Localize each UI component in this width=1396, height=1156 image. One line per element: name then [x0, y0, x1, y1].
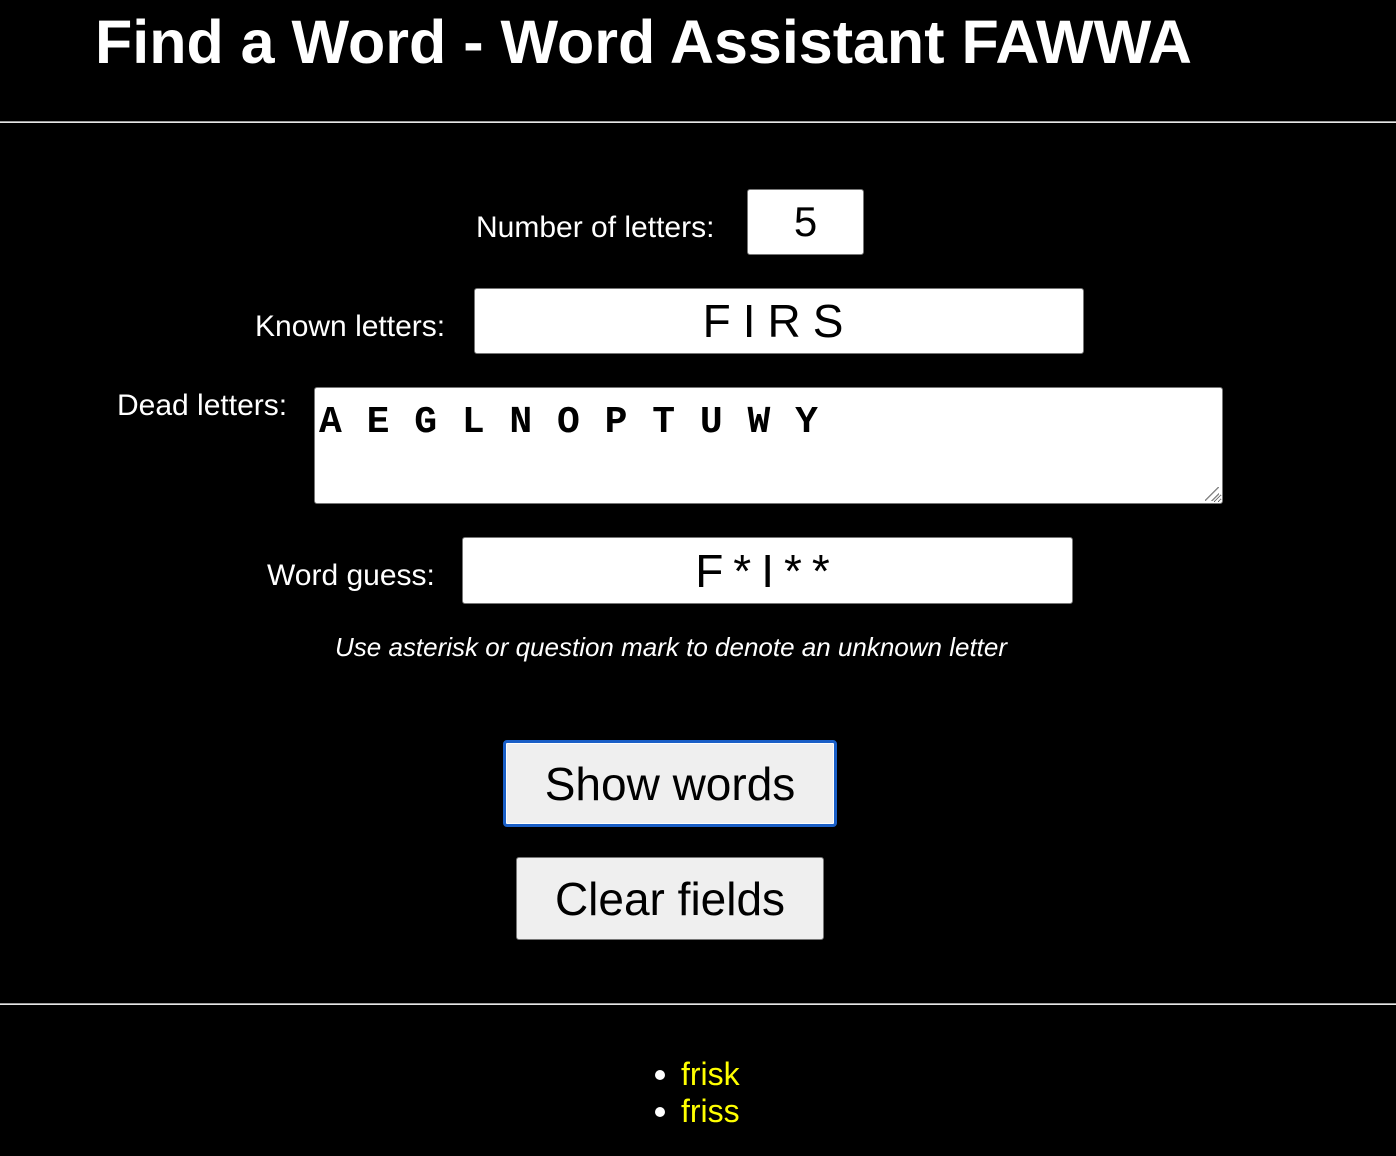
dead-letters-label: Dead letters: [117, 389, 288, 422]
known-letters-input[interactable] [474, 288, 1084, 354]
clear-fields-button[interactable]: Clear fields [516, 857, 824, 940]
bullet-icon [655, 1070, 665, 1080]
results-divider [0, 1003, 1396, 1005]
word-guess-label: Word guess: [267, 559, 435, 592]
page-title: Find a Word - Word Assistant FAWWA [95, 8, 1192, 76]
result-word: frisk [681, 1056, 740, 1092]
page: Find a Word - Word Assistant FAWWA Numbe… [0, 0, 1396, 1156]
show-words-button[interactable]: Show words [503, 740, 837, 827]
letters-count-input[interactable] [747, 189, 864, 255]
bullet-icon [655, 1107, 665, 1117]
result-item: frisk [655, 1056, 740, 1093]
word-guess-input[interactable] [462, 537, 1073, 604]
known-letters-label: Known letters: [255, 310, 446, 343]
unknown-letter-hint: Use asterisk or question mark to denote … [334, 632, 1008, 662]
dead-letters-textarea[interactable]: A E G L N O P T U W Y [314, 387, 1223, 504]
letters-count-label: Number of letters: [476, 211, 715, 244]
result-word: friss [681, 1093, 740, 1129]
results-list: frisk friss [655, 1056, 740, 1130]
header-divider [0, 121, 1396, 123]
result-item: friss [655, 1093, 740, 1130]
